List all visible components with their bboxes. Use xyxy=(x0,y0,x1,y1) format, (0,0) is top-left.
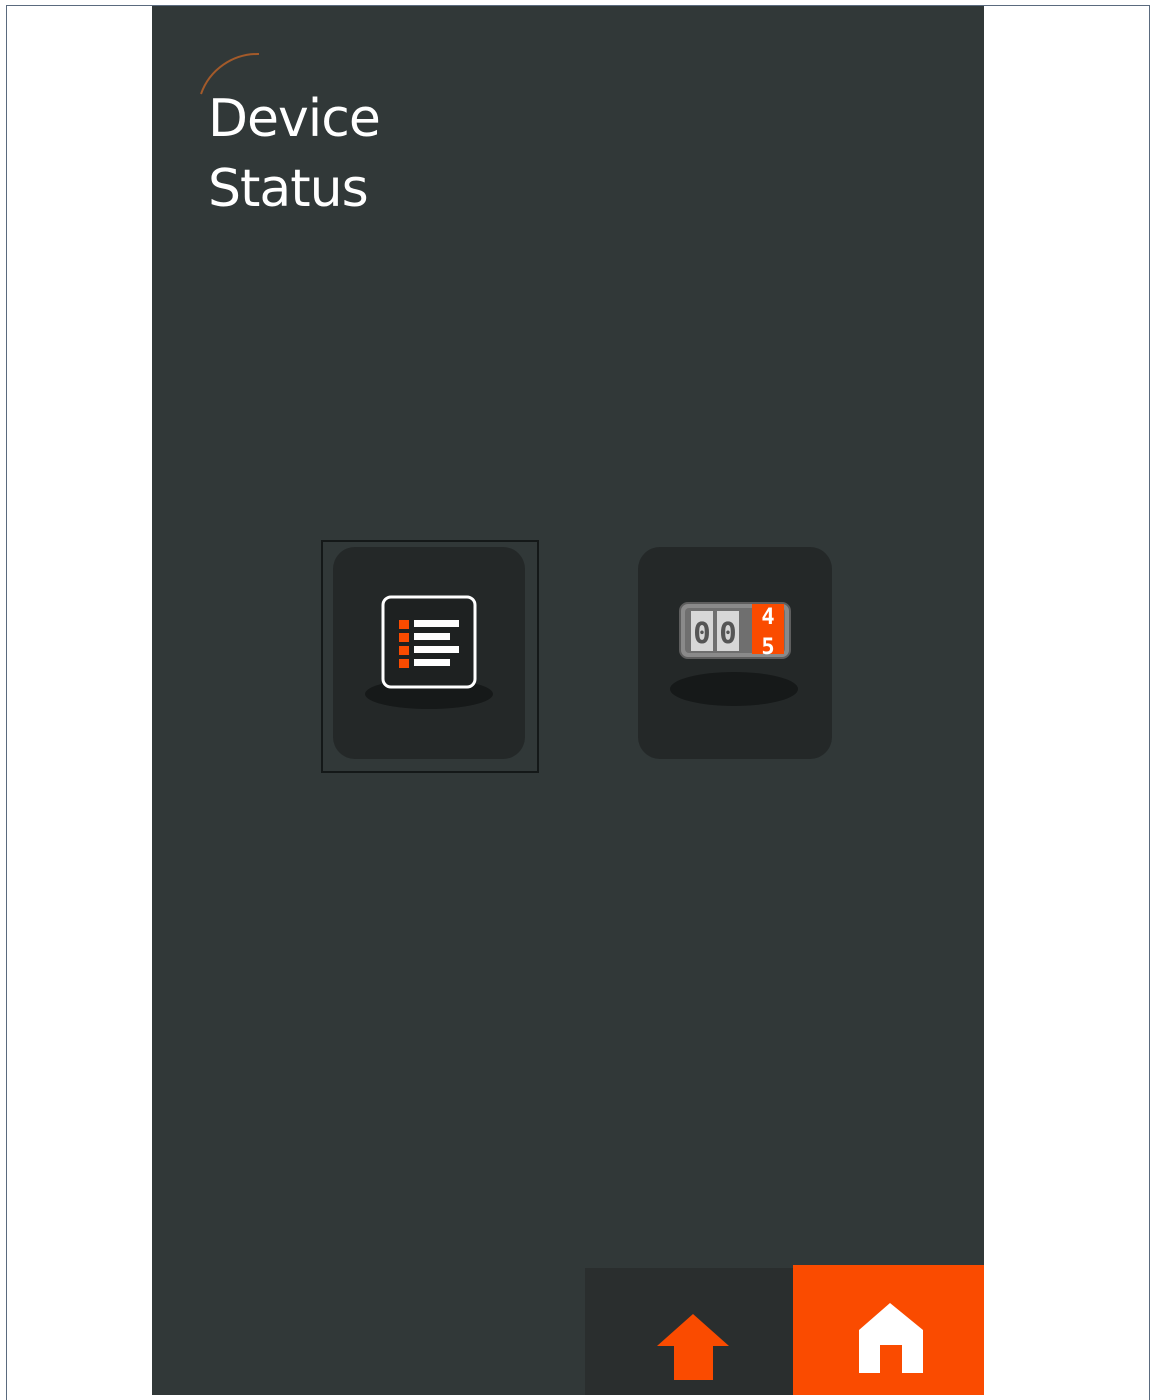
counter-icon: 0 0 4 5 xyxy=(670,602,798,706)
device-status-screen: Device Status 0 0 4 5 xyxy=(152,6,984,1395)
up-arrow-icon xyxy=(657,1314,729,1380)
up-button[interactable] xyxy=(585,1268,793,1395)
page-title: Device Status xyxy=(208,84,381,224)
counter-digit-3: 4 xyxy=(761,605,774,630)
page-title-line-1: Device xyxy=(208,89,381,149)
bottom-navigation xyxy=(585,1265,984,1395)
log-list-icon xyxy=(365,595,493,709)
counter-tile-button[interactable]: 0 0 4 5 xyxy=(638,547,832,759)
home-button[interactable] xyxy=(793,1265,984,1395)
log-tile-button[interactable] xyxy=(333,547,525,759)
counter-digit-4: 5 xyxy=(761,635,774,660)
counter-digit-1: 0 xyxy=(693,616,710,650)
counter-digit-2: 0 xyxy=(719,616,736,650)
home-icon xyxy=(859,1303,923,1373)
page-title-line-2: Status xyxy=(208,159,369,219)
